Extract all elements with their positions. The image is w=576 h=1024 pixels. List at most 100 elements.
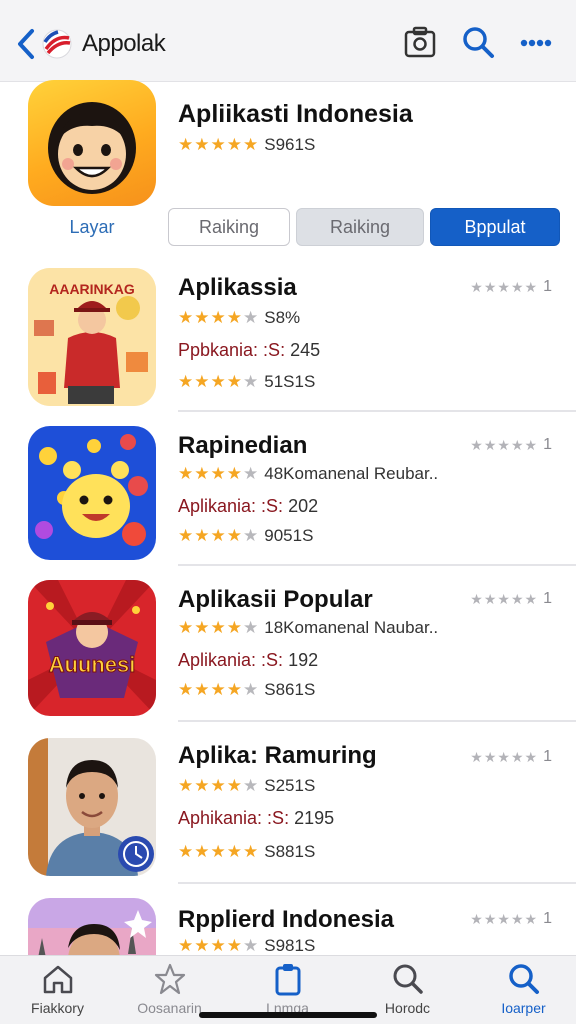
star-icon: ★ — [226, 936, 242, 955]
chevron-left-icon[interactable] — [14, 26, 40, 62]
mini-stars: ★ ★ ★ ★ ★ — [470, 910, 537, 928]
rating-line: ★ ★ ★ ★ ★ S251S — [178, 776, 315, 796]
more-icon[interactable] — [518, 24, 554, 60]
stars: ★ ★ ★ ★ ★ — [178, 777, 258, 795]
home-icon — [43, 965, 72, 994]
tab-label: Fiakkory — [31, 1000, 84, 1016]
star-icon: ★ — [226, 842, 242, 861]
camera-icon[interactable] — [402, 24, 438, 60]
stars: ★ ★ ★ ★ ★ — [178, 681, 258, 699]
app-title[interactable]: Aplikassia — [178, 274, 297, 302]
star-icon: ★ — [178, 308, 194, 327]
subtitle-value: 202 — [288, 496, 319, 516]
star-icon: ★ — [243, 680, 259, 699]
app-title[interactable]: Rpplierd Indonesia — [178, 906, 394, 934]
mini-stars: ★ ★ ★ ★ ★ — [470, 436, 537, 454]
star-icon: ★ — [194, 135, 210, 154]
app-icon-text: AAARINKAG — [49, 281, 135, 297]
star-icon: ★ — [483, 911, 497, 927]
app-icon[interactable] — [28, 426, 156, 560]
divider — [178, 410, 576, 412]
star-icon: ★ — [497, 591, 510, 607]
star-icon: ★ — [226, 526, 242, 545]
star-icon — [154, 963, 185, 995]
star-icon: ★ — [243, 308, 259, 327]
app-icon[interactable]: AAARINKAG — [28, 268, 156, 406]
mini-rating: ★ ★ ★ ★ ★ 1 — [470, 910, 552, 928]
featured-app-title[interactable]: Apliikasti Indonesia — [178, 100, 413, 129]
star-icon: ★ — [483, 749, 497, 765]
mini-stars: ★ ★ ★ ★ ★ — [470, 278, 537, 296]
rating-line: ★ ★ ★ ★ ★ S8% — [178, 308, 300, 328]
rating-text: S8% — [264, 308, 301, 327]
rating-text: 48Komanenal Reubar.. — [264, 464, 439, 483]
stars: ★ ★ ★ ★ ★ — [178, 465, 258, 483]
list-item[interactable]: Rpplierd Indonesia ★ ★ ★ ★ ★ 1 ★ ★ ★ ★ ★ S981S — [0, 898, 576, 955]
star-icon: ★ — [483, 279, 497, 295]
divider — [178, 882, 576, 884]
app-icon[interactable] — [28, 898, 156, 955]
list-item[interactable]: Aplika: Ramuring ★ ★ ★ ★ ★ 1 ★ ★ ★ ★ ★ S251S Aph… — [0, 738, 576, 894]
rating-line: ★ ★ ★ ★ ★ 51S1S — [178, 372, 315, 392]
app-title[interactable]: Aplika: Ramuring — [178, 742, 377, 770]
rating-text: 9051S — [264, 526, 314, 545]
star-icon: ★ — [243, 776, 259, 795]
star-icon: ★ — [470, 437, 483, 453]
list-item[interactable]: Auunesi Aplikasii Popular ★ ★ ★ ★ ★ 1 ★ ★ ★ ★ ★ … — [0, 578, 576, 734]
subtitle-prefix: Aplikania: :S: — [178, 650, 284, 670]
star-icon: ★ — [194, 308, 210, 327]
subtitle-prefix: Aphikania: :S: — [178, 808, 290, 828]
search-icon — [393, 964, 423, 994]
search-icon[interactable] — [460, 24, 496, 60]
star-icon: ★ — [483, 437, 497, 453]
star-icon: ★ — [497, 279, 510, 295]
rating-line: ★ ★ ★ ★ ★ S981S — [178, 936, 315, 955]
mini-rating: ★ ★ ★ ★ ★ 1 — [470, 436, 552, 454]
app-title[interactable]: Rapinedian — [178, 432, 307, 460]
segment-ranking-2[interactable]: Raiking — [296, 208, 424, 246]
subtitle-prefix: Aplikania: :S: — [178, 496, 284, 516]
featured-stars: ★ ★ ★ ★ ★ — [178, 136, 258, 154]
clipboard-icon — [275, 964, 300, 996]
star-icon: ★ — [210, 308, 226, 327]
mini-count: 1 — [543, 748, 552, 765]
star-icon: ★ — [210, 526, 226, 545]
star-icon: ★ — [210, 776, 226, 795]
search-icon — [508, 964, 539, 994]
featured-rating: ★ ★ ★ ★ ★ S961S — [178, 135, 315, 155]
star-icon: ★ — [178, 776, 194, 795]
app-icon-text: Auunesi — [49, 652, 136, 677]
list-item[interactable]: AAARINKAG Aplikassia ★ ★ ★ ★ ★ 1 ★ ★ ★ ★ ★ S8% P… — [0, 268, 576, 424]
star-icon: ★ — [210, 372, 226, 391]
rating-line: ★ ★ ★ ★ ★ S861S — [178, 680, 315, 700]
rating-text: S251S — [264, 776, 316, 795]
star-icon: ★ — [178, 618, 194, 637]
list-item[interactable]: Rapinedian ★ ★ ★ ★ ★ 1 ★ ★ ★ ★ ★ 48Komanenal Reu… — [0, 424, 576, 580]
segment-ranking-1[interactable]: Raiking — [168, 208, 290, 246]
star-icon: ★ — [178, 842, 194, 861]
star-icon: ★ — [210, 842, 226, 861]
star-icon: ★ — [194, 680, 210, 699]
tab-label: Ioarper — [501, 1000, 546, 1016]
segment-popular[interactable]: Bppulat — [430, 208, 560, 246]
app-icon[interactable] — [28, 738, 156, 876]
star-icon: ★ — [524, 279, 538, 295]
star-icon: ★ — [210, 618, 226, 637]
app-title[interactable]: Aplikasii Popular — [178, 586, 373, 614]
rating-line: ★ ★ ★ ★ ★ S881S — [178, 842, 315, 862]
star-icon: ★ — [510, 591, 524, 607]
star-icon: ★ — [178, 680, 194, 699]
star-icon: ★ — [226, 776, 242, 795]
rating-line: ★ ★ ★ ★ ★ 9051S — [178, 526, 313, 546]
tab-ioarper[interactable]: Ioarper — [466, 962, 576, 1022]
app-icon[interactable]: Auunesi — [28, 580, 156, 716]
tab-fiakkory[interactable]: Fiakkory — [0, 962, 115, 1022]
rating-text: 18Komanenal Naubar.. — [264, 618, 439, 637]
star-icon: ★ — [210, 464, 226, 483]
featured-app-label[interactable]: Layar — [28, 217, 156, 238]
app-subtitle: Ppbkania: :S: 245 — [178, 340, 320, 361]
home-indicator[interactable] — [199, 1012, 377, 1018]
star-icon: ★ — [524, 911, 538, 927]
featured-app-icon[interactable] — [28, 80, 156, 206]
star-icon: ★ — [483, 591, 497, 607]
